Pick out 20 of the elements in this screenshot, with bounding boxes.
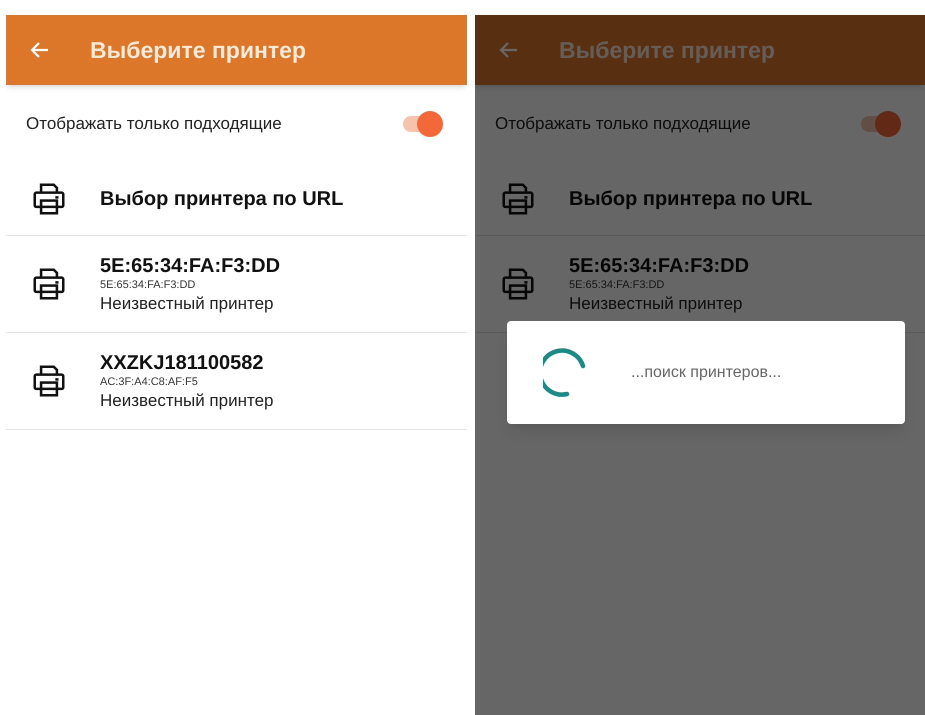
loading-message: ...поиск принтеров... xyxy=(631,362,782,382)
printer-list-item[interactable]: 5E:65:34:FA:F3:DD 5E:65:34:FA:F3:DD Неизвестный принтер xyxy=(6,236,467,333)
screen-title: Выберите принтер xyxy=(559,36,775,65)
printer-name: XXZKJ181100582 xyxy=(100,351,264,376)
printer-list-item[interactable]: Выбор принтера по URL xyxy=(475,163,925,236)
screen-title: Выберите принтер xyxy=(90,36,306,65)
printer-address: 5E:65:34:FA:F3:DD xyxy=(569,279,666,293)
printer-name: 5E:65:34:FA:F3:DD xyxy=(100,254,280,279)
printer-list-item[interactable]: Выбор принтера по URL xyxy=(6,163,467,236)
filter-label: Отображать только подходящие xyxy=(495,113,751,136)
printer-name: Выбор принтера по URL xyxy=(100,187,344,212)
printer-list-item[interactable]: XXZKJ181100582 AC:3F:A4:C8:AF:F5 Неизвестный принтер xyxy=(6,333,467,430)
filter-label: Отображать только подходящие xyxy=(26,113,282,136)
printer-address: AC:3F:A4:C8:AF:F5 xyxy=(100,376,199,390)
printer-name: 5E:65:34:FA:F3:DD xyxy=(569,254,750,279)
printer-address: 5E:65:34:FA:F3:DD xyxy=(100,279,196,293)
printer-description: Неизвестный принтер xyxy=(569,292,744,314)
printer-name: Выбор принтера по URL xyxy=(569,187,812,212)
printer-description: Неизвестный принтер xyxy=(100,390,274,411)
printer-description: Неизвестный принтер xyxy=(100,292,274,314)
